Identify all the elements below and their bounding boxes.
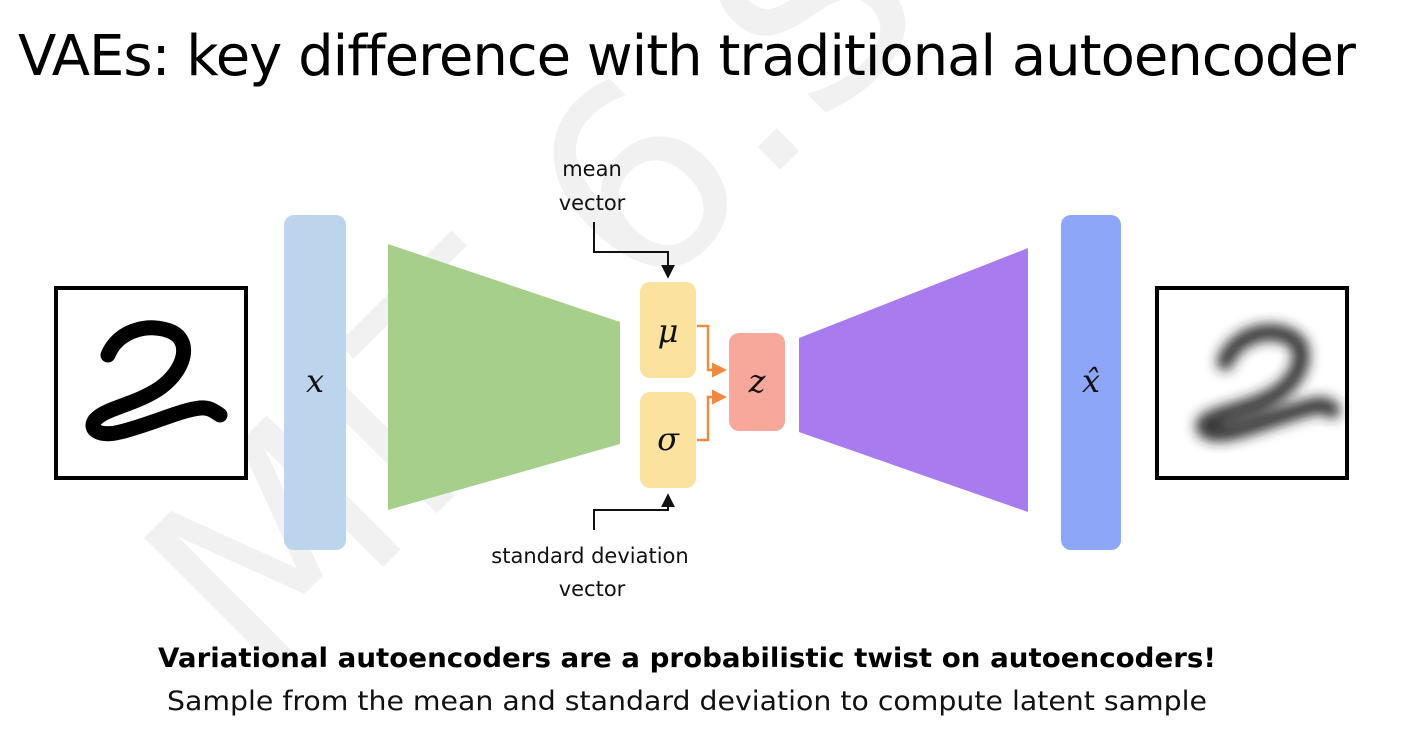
mean-label-line2: vector: [559, 191, 626, 215]
caption-bold-line: Variational autoencoders are a probabili…: [158, 643, 1216, 674]
std-symbol: σ: [657, 420, 680, 458]
input-symbol: x: [306, 362, 324, 400]
caption-line: Sample from the mean and standard deviat…: [167, 686, 1207, 717]
output-digit-image: [1155, 286, 1349, 480]
diagram-canvas: MIT 6.S191 VAEs: key difference with tra…: [18, 0, 1358, 734]
std-label-line2: vector: [559, 577, 626, 601]
mean-label-line1: mean: [562, 157, 622, 181]
output-symbol: x̂: [1082, 362, 1100, 400]
std-label-arrow: [593, 493, 675, 530]
std-label-line1: standard deviation: [491, 544, 688, 568]
watermark-text: MIT 6.S191: [90, 0, 1330, 734]
mean-symbol: μ: [658, 312, 679, 350]
input-digit-image: [54, 286, 248, 480]
slide-title: VAEs: key difference with traditional au…: [18, 24, 1357, 89]
latent-symbol: z: [748, 362, 767, 400]
decoder-network: [799, 248, 1028, 512]
slide: MIT 6.S191 VAEs: key difference with tra…: [0, 0, 1401, 740]
std-to-z-arrow: [697, 389, 727, 442]
